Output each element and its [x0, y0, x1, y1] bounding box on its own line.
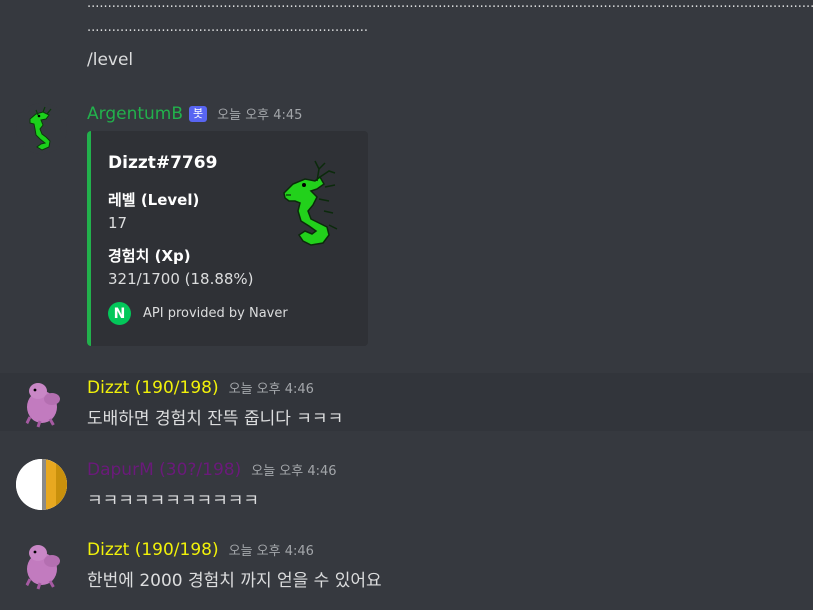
message-text: 도배하면 경험치 잔뜩 줍니다 ㅋㅋㅋ: [87, 409, 344, 429]
bot-username[interactable]: ArgentumB: [87, 104, 183, 124]
white-gold-circle-icon[interactable]: [16, 459, 67, 510]
pink-creature-icon[interactable]: [16, 539, 67, 590]
green-dragon-icon[interactable]: [16, 103, 67, 154]
embed-title: Dizzt#7769: [108, 153, 218, 173]
level-embed: Dizzt#7769 레벨 (Level) 17 경험치 (Xp) 321/17…: [87, 131, 368, 346]
bot-tag: 봇: [189, 106, 208, 122]
timestamp: 오늘 오후 4:46: [251, 464, 337, 479]
embed-field-value: 17: [108, 214, 128, 232]
naver-icon: N: [108, 302, 131, 325]
message-text: 한번에 2000 경험치 까지 얻을 수 있어요: [87, 571, 382, 591]
username[interactable]: Dizzt (190/198): [87, 540, 219, 560]
timestamp: 오늘 오후 4:45: [217, 108, 303, 123]
embed-footer-text: API provided by Naver: [143, 306, 288, 321]
username[interactable]: Dizzt (190/198): [87, 378, 219, 398]
timestamp: 오늘 오후 4:46: [228, 382, 314, 397]
username[interactable]: DapurM (30?/198): [87, 460, 241, 480]
embed-field-name: 경험치 (Xp): [108, 247, 191, 265]
dotted-line: ........................................…: [87, 20, 369, 35]
pink-creature-icon[interactable]: [16, 377, 67, 428]
dotted-line: ........................................…: [87, 0, 813, 11]
timestamp: 오늘 오후 4:46: [228, 544, 314, 559]
message-text: ㅋㅋㅋㅋㅋㅋㅋㅋㅋㅋㅋ: [87, 491, 260, 511]
message-text: /level: [87, 50, 134, 70]
embed-field-value: 321/1700 (18.88%): [108, 270, 254, 288]
embed-field-name: 레벨 (Level): [108, 191, 200, 209]
green-dragon-icon[interactable]: [279, 151, 349, 251]
